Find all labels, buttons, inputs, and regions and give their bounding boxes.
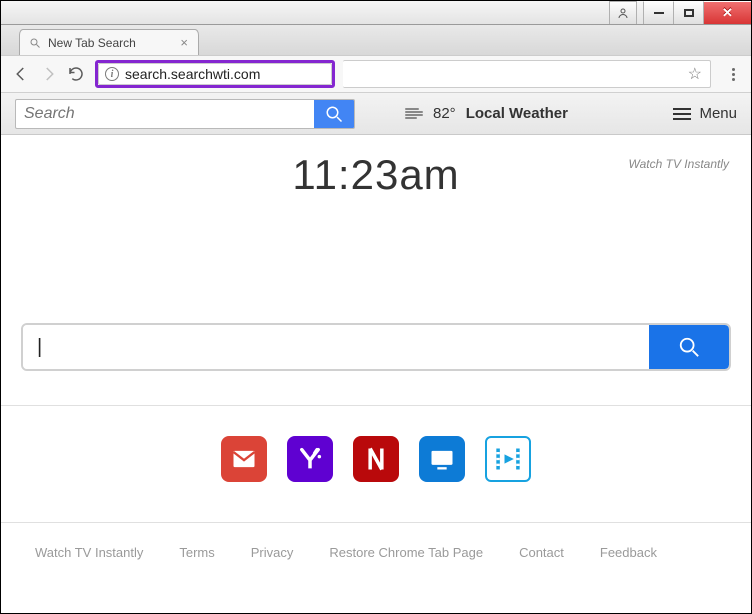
window-titlebar: ✕ bbox=[1, 1, 751, 25]
main-search bbox=[21, 323, 731, 371]
minimize-button[interactable] bbox=[643, 1, 673, 24]
page-content: 11:23am Watch TV Instantly bbox=[1, 135, 751, 582]
back-arrow-icon bbox=[12, 65, 30, 83]
close-icon: ✕ bbox=[722, 5, 733, 21]
footer-link-contact[interactable]: Contact bbox=[519, 545, 564, 560]
toolbar-search-button[interactable] bbox=[314, 100, 354, 128]
kebab-dot-icon bbox=[732, 73, 735, 76]
weather-widget[interactable]: 82° Local Weather bbox=[405, 105, 568, 122]
quick-links-row bbox=[1, 406, 751, 522]
page-menu-button[interactable]: Menu bbox=[673, 105, 737, 122]
toolbar-search-input[interactable] bbox=[16, 105, 314, 123]
url-input[interactable] bbox=[125, 66, 325, 82]
video-tile[interactable] bbox=[485, 436, 531, 482]
hero-section: 11:23am Watch TV Instantly bbox=[1, 135, 751, 255]
close-button[interactable]: ✕ bbox=[703, 1, 751, 24]
user-icon bbox=[617, 7, 629, 19]
gmail-icon bbox=[230, 445, 258, 473]
footer-link-feedback[interactable]: Feedback bbox=[600, 545, 657, 560]
main-search-input[interactable] bbox=[23, 325, 649, 369]
minimize-icon bbox=[654, 12, 664, 14]
page-toolbar: 82° Local Weather Menu bbox=[1, 93, 751, 135]
main-search-button[interactable] bbox=[649, 325, 729, 369]
gmail-tile[interactable] bbox=[221, 436, 267, 482]
footer-link-watch[interactable]: Watch TV Instantly bbox=[35, 545, 143, 560]
weather-label: Local Weather bbox=[466, 105, 568, 122]
omnibox-highlight: i bbox=[95, 60, 335, 88]
search-icon bbox=[28, 36, 42, 50]
weather-temp: 82° bbox=[433, 105, 456, 122]
maximize-icon bbox=[684, 9, 694, 17]
toolbar-search bbox=[15, 99, 355, 129]
kebab-dot-icon bbox=[732, 68, 735, 71]
netflix-tile[interactable] bbox=[353, 436, 399, 482]
footer-link-terms[interactable]: Terms bbox=[179, 545, 214, 560]
footer-link-restore[interactable]: Restore Chrome Tab Page bbox=[329, 545, 483, 560]
clock-display: 11:23am bbox=[292, 151, 459, 199]
yahoo-tile[interactable] bbox=[287, 436, 333, 482]
main-search-section bbox=[1, 255, 751, 405]
kebab-dot-icon bbox=[732, 78, 735, 81]
reload-button[interactable] bbox=[67, 65, 85, 83]
browser-menu-button[interactable] bbox=[725, 68, 741, 81]
menu-label: Menu bbox=[699, 105, 737, 122]
omnibox[interactable]: i bbox=[98, 63, 332, 85]
hamburger-icon bbox=[673, 108, 691, 120]
tagline-text: Watch TV Instantly bbox=[629, 157, 729, 171]
back-button[interactable] bbox=[11, 64, 31, 84]
reload-icon bbox=[67, 65, 85, 83]
search-icon bbox=[678, 336, 700, 358]
tab-strip: New Tab Search × bbox=[1, 25, 751, 55]
netflix-icon bbox=[362, 445, 390, 473]
forward-arrow-icon bbox=[40, 65, 58, 83]
maximize-button[interactable] bbox=[673, 1, 703, 24]
info-icon[interactable]: i bbox=[105, 67, 119, 81]
user-icon-button[interactable] bbox=[609, 1, 637, 24]
omnibox-right: ☆ bbox=[343, 60, 711, 88]
tab-title: New Tab Search bbox=[48, 36, 178, 50]
tv-icon bbox=[428, 445, 456, 473]
bookmark-star-icon[interactable]: ☆ bbox=[688, 64, 702, 84]
tv-tile[interactable] bbox=[419, 436, 465, 482]
browser-tab[interactable]: New Tab Search × bbox=[19, 29, 199, 55]
video-icon bbox=[494, 445, 522, 473]
tab-close-button[interactable]: × bbox=[178, 35, 190, 50]
fog-icon bbox=[405, 108, 423, 119]
address-bar-row: i ☆ bbox=[1, 55, 751, 93]
search-icon bbox=[325, 105, 343, 123]
forward-button[interactable] bbox=[39, 64, 59, 84]
footer-links: Watch TV Instantly Terms Privacy Restore… bbox=[1, 523, 751, 582]
footer-link-privacy[interactable]: Privacy bbox=[251, 545, 294, 560]
yahoo-icon bbox=[296, 445, 324, 473]
